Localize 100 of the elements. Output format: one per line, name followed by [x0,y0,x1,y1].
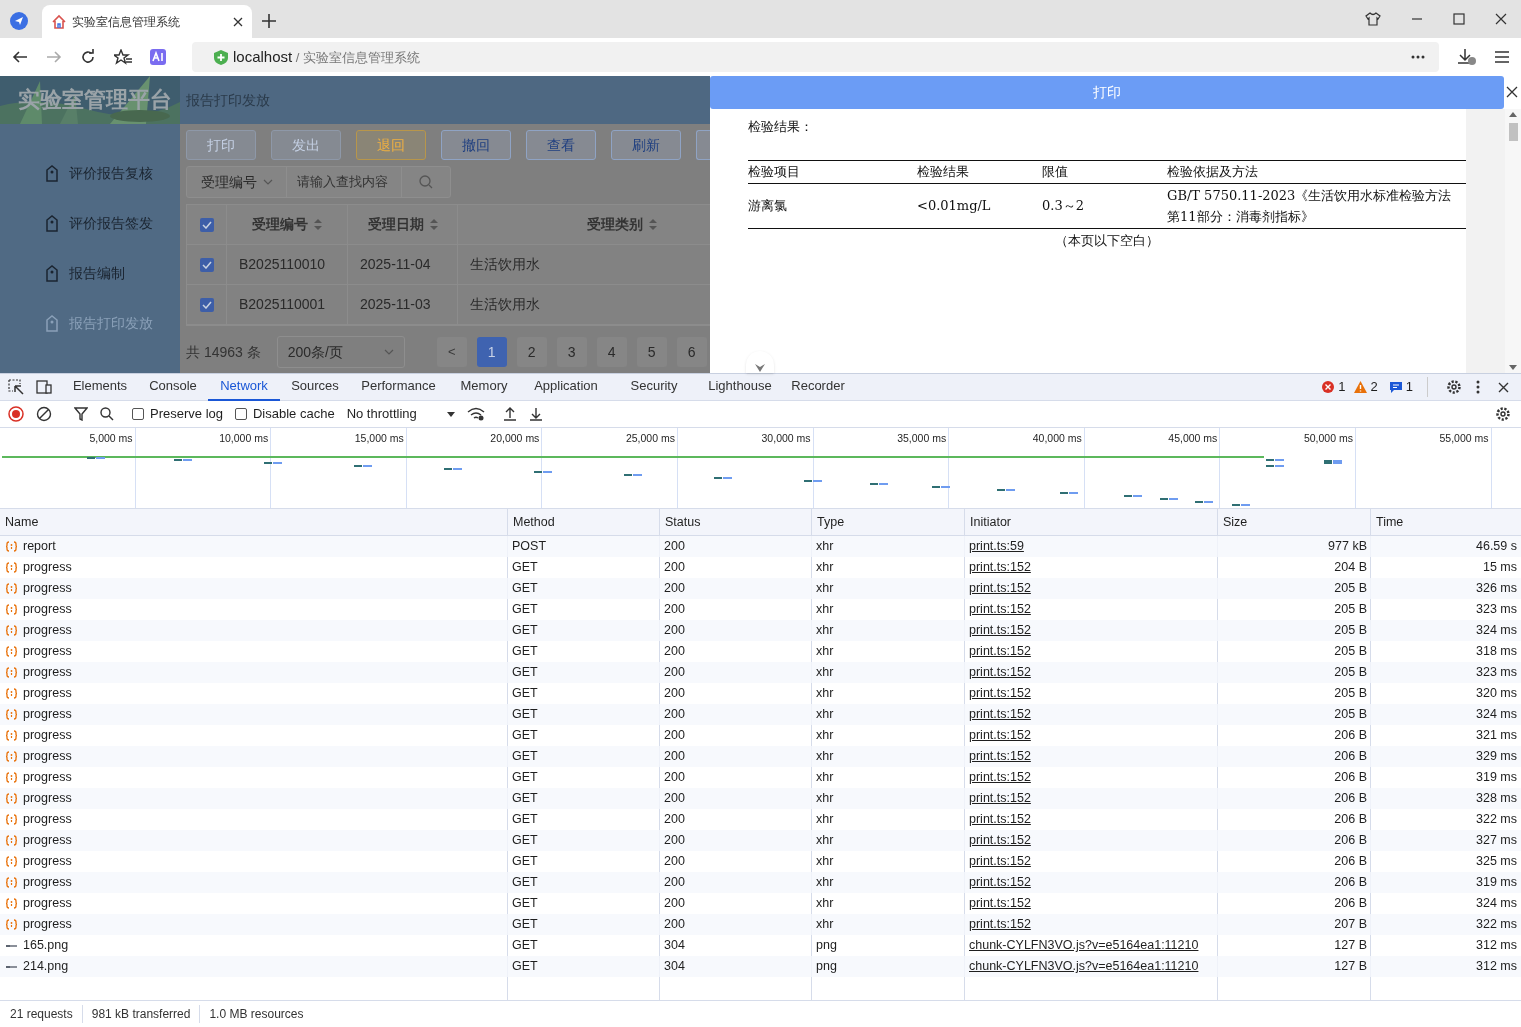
checkbox[interactable] [199,217,214,232]
devtools-tab[interactable]: Lighthouse [697,373,783,401]
initiator-link[interactable]: print.ts:152 [969,726,1031,745]
initiator-link[interactable]: print.ts:152 [969,894,1031,913]
checkbox[interactable] [132,408,144,420]
page-button[interactable]: 2 [516,337,547,367]
devtools-tab[interactable]: Memory [447,373,521,401]
devtools-tab[interactable]: Performance [350,373,447,401]
page-button[interactable]: 4 [596,337,627,367]
initiator-link[interactable]: print.ts:152 [969,789,1031,808]
initiator-link[interactable]: print.ts:152 [969,831,1031,850]
page-button[interactable]: 5 [636,337,667,367]
reload-icon[interactable] [80,49,96,65]
error-count[interactable]: 1 [1338,377,1346,397]
devtools-tab[interactable]: Sources [280,373,350,401]
checkbox-label[interactable]: Preserve log [132,404,223,424]
scroll-down-button[interactable] [746,351,774,373]
page-button[interactable]: 3 [556,337,587,367]
page-size-select[interactable]: 200条/页 [276,336,405,368]
request-name[interactable]: progress [23,558,72,577]
throttling-select[interactable]: No throttling [346,404,455,424]
devtools-tab[interactable]: Elements [62,373,138,401]
ai-icon[interactable] [150,49,166,65]
initiator-link[interactable]: print.ts:152 [969,747,1031,766]
request-name[interactable]: progress [23,894,72,913]
search-field[interactable]: 受理编号 请输入查找内容 [186,166,451,198]
network-conditions-icon[interactable] [466,407,485,421]
checkbox-label[interactable]: Disable cache [235,404,335,424]
initiator-link[interactable]: print.ts:152 [969,684,1031,703]
initiator-link[interactable]: chunk-CYLFN3VO.js?v=e5164ea1:11210 [969,957,1199,976]
filter-icon[interactable] [74,407,88,421]
initiator-link[interactable]: print.ts:152 [969,705,1031,724]
request-name[interactable]: progress [23,852,72,871]
checkbox[interactable] [199,257,214,272]
settings-icon[interactable] [1495,406,1511,422]
more-vertical-icon[interactable] [1476,380,1480,394]
column-header[interactable]: Status [660,509,812,535]
initiator-link[interactable]: print.ts:59 [969,537,1024,556]
initiator-link[interactable]: print.ts:152 [969,852,1031,871]
initiator-link[interactable]: print.ts:152 [969,915,1031,934]
settings-icon[interactable] [1446,379,1462,395]
search-field-select[interactable]: 受理编号 [187,167,287,197]
request-name[interactable]: progress [23,915,72,934]
warning-count[interactable]: 2 [1370,377,1378,397]
menu-icon[interactable] [1495,51,1509,63]
search-icon[interactable] [100,407,114,421]
devtools-tab[interactable]: Network [208,373,280,401]
page-button[interactable]: 6 [676,337,707,367]
upload-icon[interactable] [502,407,517,421]
devtools-tab[interactable]: Console [138,373,208,401]
column-header[interactable]: Size [1218,509,1371,535]
devtools-tab[interactable]: Security [611,373,697,401]
page-button[interactable]: 1 [476,337,507,367]
request-name[interactable]: progress [23,600,72,619]
more-icon[interactable] [1411,55,1425,59]
close-icon[interactable] [1498,381,1509,393]
back-icon[interactable] [12,49,28,65]
checkbox[interactable] [235,408,247,420]
clear-icon[interactable] [36,406,52,422]
browser-tab[interactable]: 实验室信息管理系统 [42,5,252,38]
request-name[interactable]: report [23,537,56,556]
request-name[interactable]: progress [23,768,72,787]
initiator-link[interactable]: print.ts:152 [969,873,1031,892]
column-header[interactable]: Method [508,509,660,535]
scrollbar-thumb[interactable] [1508,123,1518,141]
initiator-link[interactable]: print.ts:152 [969,768,1031,787]
favorites-icon[interactable] [114,49,132,65]
column-header[interactable]: Name [0,509,508,535]
record-icon[interactable] [8,406,24,422]
request-name[interactable]: progress [23,810,72,829]
column-header[interactable]: Time [1371,509,1521,535]
initiator-link[interactable]: print.ts:152 [969,810,1031,829]
request-name[interactable]: progress [23,873,72,892]
close-icon[interactable] [1495,13,1507,25]
checkbox[interactable] [199,297,214,312]
device-icon[interactable] [36,380,52,394]
initiator-link[interactable]: print.ts:152 [969,579,1031,598]
address-bar[interactable]: localhost / 实验室信息管理系统 [192,42,1439,72]
initiator-link[interactable]: print.ts:152 [969,663,1031,682]
shirt-icon[interactable] [1365,12,1381,26]
request-name[interactable]: progress [23,621,72,640]
initiator-link[interactable]: print.ts:152 [969,642,1031,661]
close-icon[interactable] [1506,86,1518,98]
request-name[interactable]: 214.png [23,957,69,976]
devtools-tab[interactable]: Recorder [783,373,853,401]
request-name[interactable]: progress [23,831,72,850]
request-name[interactable]: progress [23,705,72,724]
inspect-icon[interactable] [8,379,24,395]
request-name[interactable]: 165.png [23,936,69,955]
message-count[interactable]: 1 [1405,377,1428,397]
download-icon[interactable] [1457,48,1477,66]
initiator-link[interactable]: print.ts:152 [969,600,1031,619]
request-name[interactable]: progress [23,789,72,808]
request-name[interactable]: progress [23,642,72,661]
column-header[interactable]: Initiator [965,509,1218,535]
download-icon[interactable] [528,407,543,421]
maximize-icon[interactable] [1453,13,1465,25]
request-name[interactable]: progress [23,663,72,682]
initiator-link[interactable]: print.ts:152 [969,558,1031,577]
request-name[interactable]: progress [23,726,72,745]
